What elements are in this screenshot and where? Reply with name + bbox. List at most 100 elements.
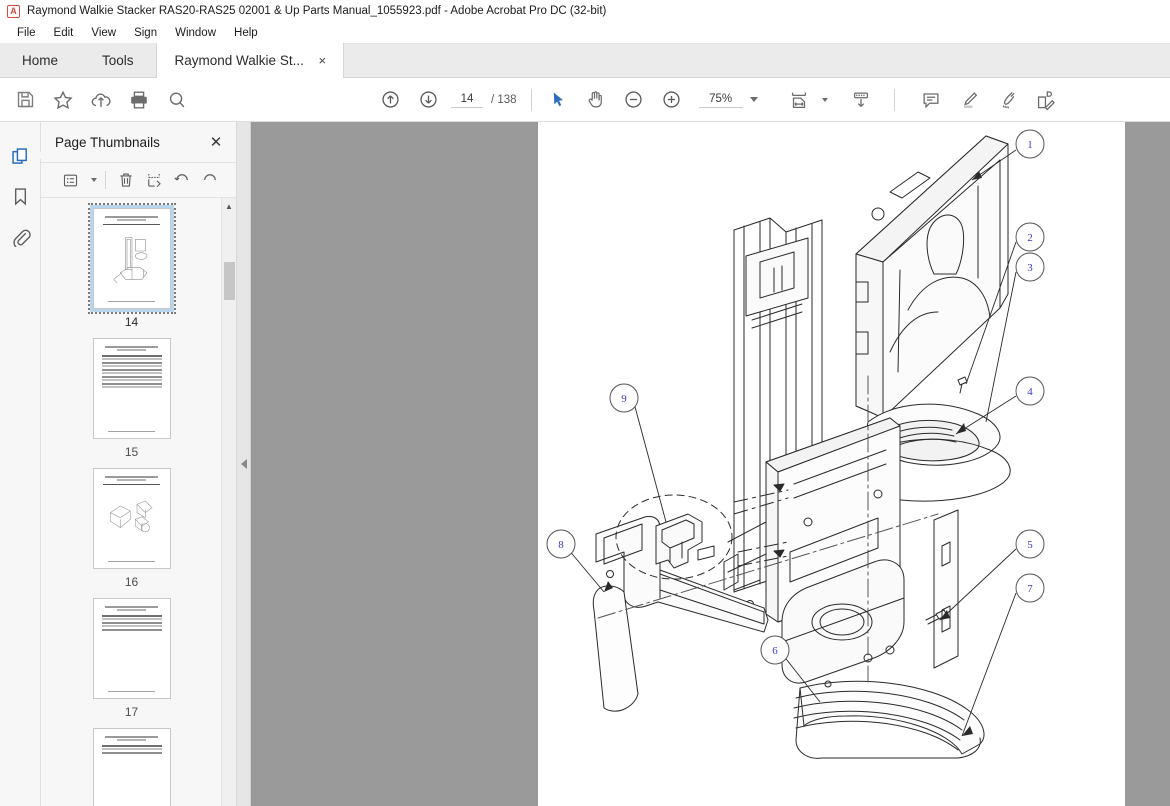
scroll-mode-icon[interactable]	[842, 82, 880, 118]
svg-text:6: 6	[772, 645, 778, 657]
toolbar-fit-group	[780, 82, 880, 118]
thumbnail-image	[92, 728, 171, 806]
page-number-input[interactable]	[451, 91, 483, 108]
menu-bar: File Edit View Sign Window Help	[0, 22, 1170, 44]
page-total-label: / 138	[491, 93, 517, 106]
thumbnail-image	[92, 598, 171, 699]
fit-page-chevron-icon[interactable]	[821, 97, 828, 102]
close-icon[interactable]: ×	[316, 54, 329, 67]
pdf-page: 1 2 3 4 5 6 7 8 9	[538, 122, 1125, 806]
menu-file[interactable]: File	[8, 25, 45, 41]
attachments-icon[interactable]	[3, 216, 37, 256]
fit-page-icon[interactable]	[780, 82, 818, 118]
chevron-down-icon[interactable]	[749, 97, 758, 102]
tab-tools[interactable]: Tools	[80, 43, 156, 77]
title-bar: A Raymond Walkie Stacker RAS20-RAS25 020…	[0, 0, 1170, 22]
thumbnail-page-14[interactable]: 14	[41, 203, 222, 329]
thumbnail-options-chevron-icon[interactable]	[91, 178, 97, 182]
scroll-up-icon[interactable]: ▲	[222, 198, 236, 214]
thumbnail-page-18[interactable]: 18	[41, 728, 222, 806]
zoom-level-input[interactable]	[698, 91, 743, 108]
svg-text:4: 4	[1027, 386, 1033, 398]
panel-close-icon[interactable]: ✕	[206, 133, 226, 151]
window-title: Raymond Walkie Stacker RAS20-RAS25 02001…	[27, 5, 607, 17]
thumbnail-number: 16	[124, 575, 139, 589]
next-page-icon[interactable]	[409, 82, 447, 118]
toolbar-separator-1	[530, 88, 532, 111]
tab-home-label: Home	[22, 52, 59, 68]
menu-help[interactable]: Help	[225, 25, 267, 41]
panel-toolbar	[41, 162, 236, 198]
thumbnail-number: 15	[124, 445, 139, 459]
thumbnail-options-icon[interactable]	[53, 167, 87, 193]
thumbnail-scroll-content: 14 15 16 17	[41, 203, 222, 806]
workspace: Page Thumbnails ✕ 14 15 16 17 ▲ 1 2 3 4 …	[0, 122, 1170, 806]
chevron-left-icon	[240, 459, 247, 469]
svg-text:9: 9	[621, 393, 627, 405]
extract-pages-icon[interactable]	[140, 167, 168, 193]
fill-sign-icon[interactable]	[1026, 82, 1064, 118]
print-icon[interactable]	[120, 82, 158, 118]
thumbnail-number: 17	[124, 705, 139, 719]
toolbar-page-group: / 138	[371, 82, 521, 118]
zoom-out-icon[interactable]	[615, 82, 653, 118]
exploded-parts-diagram: 1 2 3 4 5 6 7 8 9	[546, 129, 1045, 759]
zoom-search-icon[interactable]	[158, 82, 196, 118]
page-number-box: / 138	[451, 91, 517, 108]
panel-header: Page Thumbnails ✕	[41, 122, 236, 162]
svg-text:5: 5	[1027, 539, 1033, 551]
tab-tools-label: Tools	[102, 52, 134, 68]
thumbnail-image	[92, 338, 171, 439]
svg-text:1: 1	[1027, 139, 1033, 151]
zoom-level-box	[698, 91, 758, 108]
tab-document-label: Raymond Walkie St...	[174, 53, 304, 68]
star-icon[interactable]	[44, 82, 82, 118]
highlight-icon[interactable]	[950, 82, 988, 118]
toolbar-separator-2	[893, 88, 895, 111]
toolbar-annotation-group	[912, 82, 1064, 118]
menu-edit[interactable]: Edit	[45, 25, 83, 41]
menu-window[interactable]: Window	[166, 25, 225, 41]
thumbnail-image	[87, 203, 176, 314]
thumbnail-list[interactable]: 14 15 16 17 ▲	[41, 198, 236, 806]
cloud-upload-icon[interactable]	[82, 82, 120, 118]
thumbnail-number: 14	[124, 315, 139, 329]
thumbnail-page-16[interactable]: 16	[41, 468, 222, 589]
thumbnail-page-15[interactable]: 15	[41, 338, 222, 459]
svg-text:3: 3	[1027, 262, 1033, 274]
thumbnail-image	[92, 468, 171, 569]
tab-home[interactable]: Home	[0, 43, 81, 77]
toolbar-left-group	[6, 82, 196, 118]
document-viewport[interactable]: 1 2 3 4 5 6 7 8 9	[251, 122, 1170, 806]
acrobat-window: A Raymond Walkie Stacker RAS20-RAS25 020…	[0, 0, 1170, 806]
rotate-clockwise-icon[interactable]	[196, 167, 224, 193]
delete-pages-icon[interactable]	[112, 167, 140, 193]
acrobat-icon: A	[7, 4, 20, 18]
draw-icon[interactable]	[988, 82, 1026, 118]
thumbnail-page-17[interactable]: 17	[41, 598, 222, 719]
rotate-counterclockwise-icon[interactable]	[168, 167, 196, 193]
menu-view[interactable]: View	[82, 25, 125, 41]
svg-text:8: 8	[558, 539, 564, 551]
menu-sign[interactable]: Sign	[125, 25, 166, 41]
tab-strip: Home Tools Raymond Walkie St... ×	[0, 43, 1170, 78]
navigation-rail	[0, 122, 44, 806]
tab-document[interactable]: Raymond Walkie St... ×	[155, 43, 344, 78]
hand-icon[interactable]	[577, 82, 615, 118]
panel-scrollbar[interactable]: ▲	[221, 198, 236, 806]
main-toolbar: / 138	[0, 78, 1170, 122]
select-cursor-icon[interactable]	[539, 82, 577, 118]
save-icon[interactable]	[6, 82, 44, 118]
svg-text:2: 2	[1027, 232, 1033, 244]
bookmarks-icon[interactable]	[3, 176, 37, 216]
page-thumbnails-icon[interactable]	[3, 136, 44, 176]
panel-toolbar-separator	[105, 171, 106, 189]
toolbar-view-group	[539, 82, 758, 118]
panel-collapse-handle[interactable]	[237, 122, 251, 806]
previous-page-icon[interactable]	[371, 82, 409, 118]
comment-icon[interactable]	[912, 82, 950, 118]
svg-text:7: 7	[1027, 583, 1033, 595]
scrollbar-thumb[interactable]	[224, 262, 235, 300]
zoom-in-icon[interactable]	[653, 82, 691, 118]
panel-title: Page Thumbnails	[55, 134, 160, 150]
